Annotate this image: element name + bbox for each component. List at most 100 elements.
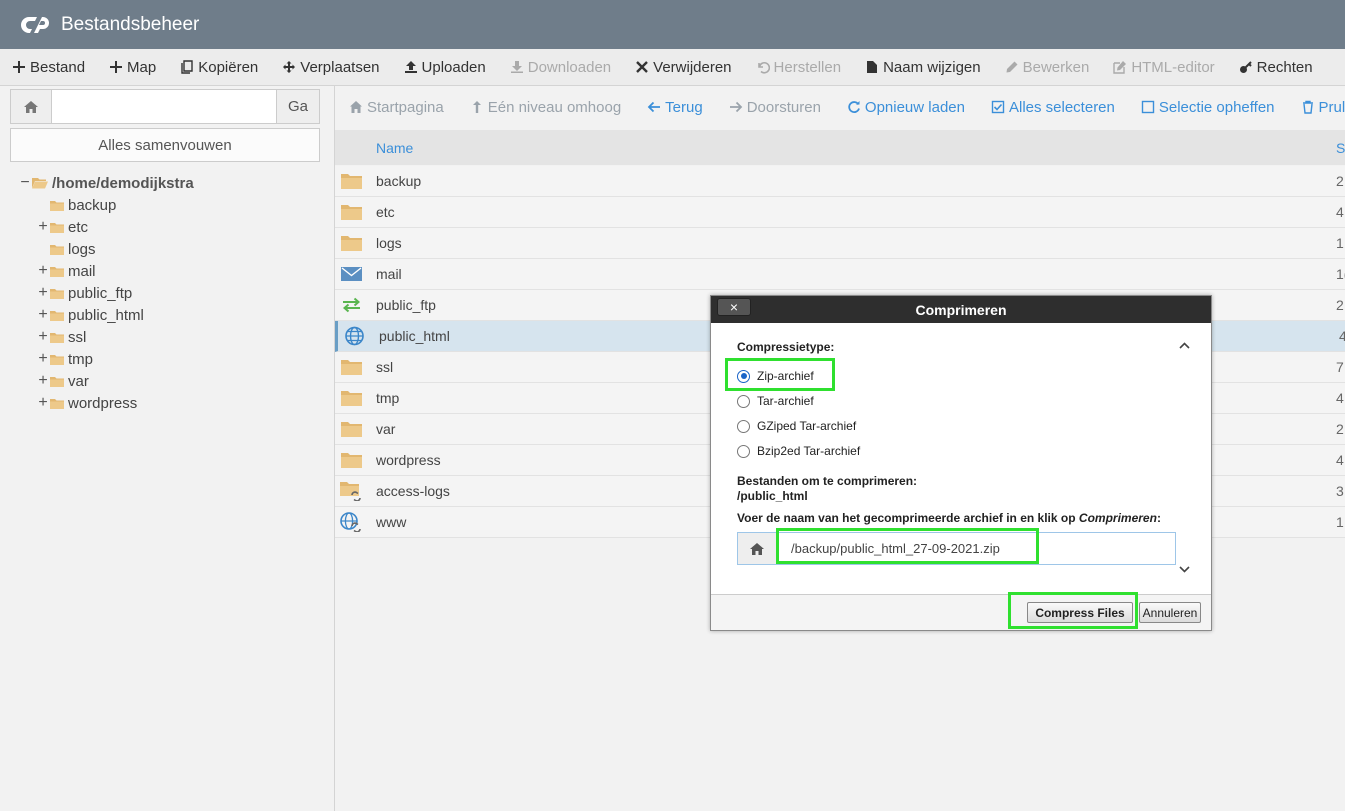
go-button[interactable]: Ga bbox=[276, 90, 319, 123]
cancel-button[interactable]: Annuleren bbox=[1139, 602, 1201, 623]
folder-icon bbox=[50, 376, 64, 387]
file-size: 2 bbox=[1336, 173, 1344, 189]
expand-icon[interactable]: + bbox=[36, 394, 50, 412]
file-size: 2: bbox=[1336, 297, 1345, 313]
checkbox-empty-icon bbox=[1141, 100, 1159, 114]
file-list-header: Name S bbox=[335, 130, 1345, 165]
toolbar-button-4[interactable]: Uploaden bbox=[404, 59, 486, 76]
toolbar-button-1[interactable]: Map bbox=[109, 59, 156, 76]
radio-checked-icon[interactable] bbox=[737, 369, 750, 383]
folder-icon bbox=[340, 388, 362, 408]
action-button-label: Alles selecteren bbox=[1008, 98, 1115, 116]
toolbar-button-5: Downloaden bbox=[510, 59, 611, 76]
expand-icon[interactable]: + bbox=[36, 350, 50, 368]
expand-icon[interactable]: + bbox=[36, 218, 50, 236]
compression-option-0[interactable]: Zip-archief bbox=[737, 369, 814, 383]
file-row-etc[interactable]: etc 4 bbox=[335, 197, 1345, 228]
action-bar: Startpagina Eén niveau omhoog Terug Doorstu… bbox=[335, 86, 1345, 128]
file-name: ssl bbox=[376, 359, 394, 375]
tree-item-ssl[interactable]: + ssl bbox=[36, 326, 86, 348]
globe-icon bbox=[343, 326, 365, 346]
mail-icon bbox=[340, 264, 362, 284]
files-label: Bestanden om te comprimeren: bbox=[737, 474, 918, 488]
download-icon bbox=[510, 60, 528, 74]
tree-item-var[interactable]: + var bbox=[36, 370, 89, 392]
toolbar-button-11[interactable]: Rechten bbox=[1239, 59, 1313, 76]
file-row-backup[interactable]: backup 2 bbox=[335, 166, 1345, 197]
radio-empty-icon[interactable] bbox=[737, 419, 750, 433]
action-button-label: Terug bbox=[665, 98, 703, 116]
file-row-mail[interactable]: mail 1( bbox=[335, 259, 1345, 290]
tree-item-backup[interactable]: backup bbox=[36, 194, 116, 216]
radio-empty-icon[interactable] bbox=[737, 444, 750, 458]
file-name: logs bbox=[376, 235, 402, 251]
toolbar-button-label: Map bbox=[127, 58, 157, 76]
file-name: tmp bbox=[376, 390, 400, 406]
collapse-all-button[interactable]: Alles samenvouwen bbox=[10, 128, 320, 162]
toolbar-button-label: Verplaatsen bbox=[300, 58, 380, 76]
action-button-6[interactable]: Selectie opheffen bbox=[1141, 99, 1275, 116]
close-icon[interactable]: × bbox=[717, 298, 751, 316]
column-name[interactable]: Name bbox=[376, 140, 413, 156]
toolbar-button-8[interactable]: Naam wijzigen bbox=[865, 59, 981, 76]
tree-item-etc[interactable]: + etc bbox=[36, 216, 88, 238]
expand-icon[interactable]: + bbox=[36, 328, 50, 346]
compression-option-1[interactable]: Tar-archief bbox=[737, 394, 814, 408]
file-size: 2 bbox=[1336, 421, 1344, 437]
compress-files-button[interactable]: Compress Files bbox=[1027, 602, 1133, 623]
plus-icon bbox=[109, 60, 127, 74]
toolbar-button-3[interactable]: Verplaatsen bbox=[282, 58, 380, 76]
file-size: 4 bbox=[1339, 328, 1345, 344]
expand-icon[interactable]: + bbox=[36, 262, 50, 280]
folder-icon bbox=[340, 450, 362, 470]
path-input[interactable] bbox=[52, 90, 276, 123]
toolbar-button-label: Verwijderen bbox=[653, 58, 732, 76]
toolbar-button-label: Downloaden bbox=[527, 58, 612, 76]
expand-icon[interactable]: + bbox=[36, 284, 50, 302]
action-button-5[interactable]: Alles selecteren bbox=[991, 99, 1115, 116]
compression-option-3[interactable]: Bzip2ed Tar-archief bbox=[737, 444, 860, 458]
action-button-7[interactable]: Prullenb bbox=[1301, 99, 1345, 116]
tree-item-public_html[interactable]: + public_html bbox=[36, 304, 144, 326]
checkbox-checked-icon bbox=[991, 100, 1009, 114]
tree-item-label: ssl bbox=[68, 328, 87, 346]
sidebar: Ga Alles samenvouwen − /home/demodijkstr… bbox=[0, 86, 335, 811]
tree-item-label: wordpress bbox=[68, 394, 138, 412]
archive-name-input[interactable] bbox=[777, 533, 1175, 564]
file-size: 4 bbox=[1336, 390, 1344, 406]
action-button-4[interactable]: Opnieuw laden bbox=[847, 99, 965, 116]
tree-item-public_ftp[interactable]: + public_ftp bbox=[36, 282, 132, 304]
toolbar-button-label: Herstellen bbox=[773, 58, 842, 76]
toolbar-button-0[interactable]: Bestand bbox=[12, 59, 85, 76]
toolbar-button-6[interactable]: Verwijderen bbox=[635, 58, 732, 76]
tree-root[interactable]: − /home/demodijkstra bbox=[18, 172, 193, 194]
compression-option-label: Zip-archief bbox=[757, 369, 814, 383]
expand-icon[interactable]: + bbox=[36, 306, 50, 324]
home-icon[interactable] bbox=[11, 90, 52, 123]
tree-item-label: etc bbox=[68, 218, 89, 236]
folder-open-icon bbox=[32, 178, 48, 189]
folder-icon bbox=[50, 244, 64, 255]
file-row-logs[interactable]: logs 1: bbox=[335, 228, 1345, 259]
tree-item-tmp[interactable]: + tmp bbox=[36, 348, 93, 370]
cpanel-logo-icon bbox=[21, 16, 49, 33]
tree-item-mail[interactable]: + mail bbox=[36, 260, 95, 282]
collapse-icon[interactable]: − bbox=[18, 174, 32, 192]
expand-icon[interactable]: + bbox=[36, 372, 50, 390]
action-button-0: Startpagina bbox=[349, 99, 444, 116]
action-button-label: Selectie opheffen bbox=[1158, 98, 1275, 116]
toolbar-button-2[interactable]: Kopiëren bbox=[180, 59, 258, 76]
compression-option-2[interactable]: GZiped Tar-archief bbox=[737, 419, 856, 433]
level-up-icon bbox=[470, 100, 488, 114]
compression-option-label: Tar-archief bbox=[757, 394, 814, 408]
column-size[interactable]: S bbox=[1336, 140, 1345, 156]
transfer-icon bbox=[340, 295, 362, 315]
toolbar-button-label: Naam wijzigen bbox=[883, 58, 981, 76]
radio-empty-icon[interactable] bbox=[737, 394, 750, 408]
dialog-scrollbar[interactable] bbox=[1176, 338, 1193, 578]
tree-item-logs[interactable]: logs bbox=[36, 238, 96, 260]
action-button-2[interactable]: Terug bbox=[647, 99, 703, 116]
tree-item-wordpress[interactable]: + wordpress bbox=[36, 392, 137, 414]
main-toolbar: Bestand Map Kopiëren Verplaatsen Uploaden Dow… bbox=[0, 49, 1345, 86]
undo-icon bbox=[756, 60, 774, 74]
